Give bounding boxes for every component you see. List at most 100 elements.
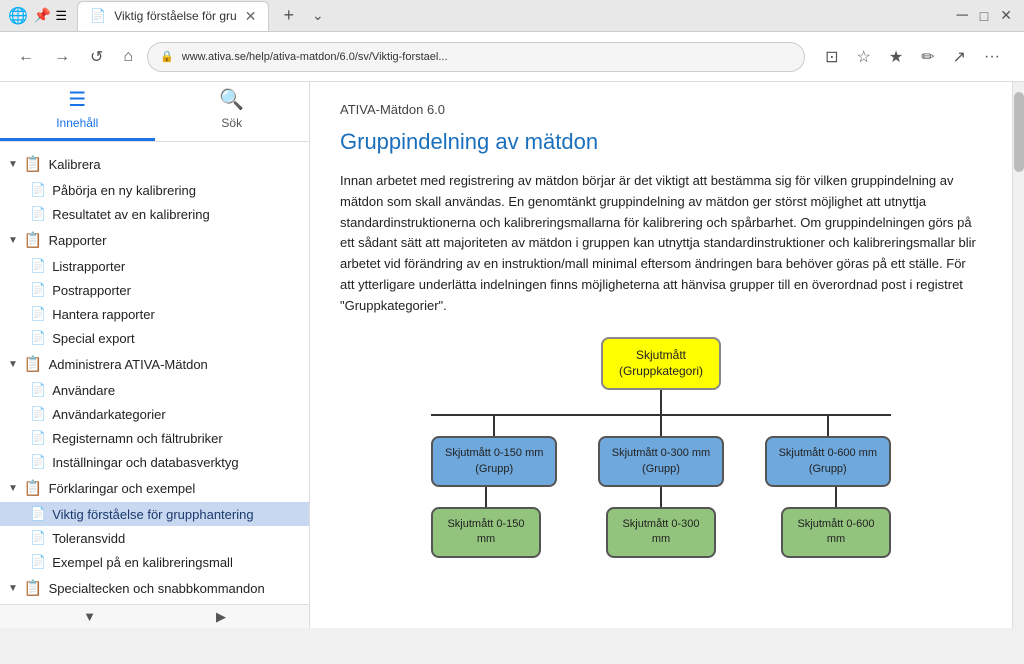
list-item[interactable]: 📄 Exempel på en kalibreringsmall [0,550,309,574]
browser-icon: 🌐 [8,6,28,26]
diagram-bottom-left-label: Skjutmått 0-150 mm [445,517,527,548]
nav-item-label: Special export [52,331,134,346]
diagram-branch-bottom-center: Skjutmått 0-300 mm [606,487,716,558]
list-item[interactable]: 📄 Påbörja en ny kalibrering [0,178,309,202]
url-text: www.ativa.se/help/ativa-matdon/6.0/sv/Vi… [182,51,792,63]
page-icon: 📄 [30,382,46,398]
list-item[interactable]: 📄 Viktig förståelse för grupphantering [0,502,309,526]
share-icon[interactable]: ↗ [949,43,970,71]
new-tab-button[interactable]: + [273,1,304,31]
nav-item-label: Användare [52,383,115,398]
content-body-text: Innan arbetet med registrering av mätdon… [340,171,982,317]
diagram-middle-right-label: Skjutmått 0-600 mm [779,446,877,461]
diagram-middle-box-right: Skjutmått 0-600 mm (Grupp) [765,436,891,487]
diagram-bottom-line-right [835,487,837,507]
maximize-button[interactable]: □ [976,8,992,24]
nav-group-forklaringar: ▼ 📋 Förklaringar och exempel 📄 Viktig fö… [0,474,309,574]
sidebar-tab-search[interactable]: 🔍 Sök [155,82,310,141]
nav-group-rapporter: ▼ 📋 Rapporter 📄 Listrapporter 📄 Postrapp… [0,226,309,350]
page-icon: 📄 [30,206,46,222]
nav-group-specialtecken: ▼ 📋 Specialtecken och snabbkommandon 📄 S… [0,574,309,604]
browser-tab[interactable]: 📄 Viktig förståelse för gru ✕ [77,1,269,31]
page-icon: 📄 [30,530,46,546]
bookmark-icon[interactable]: ☆ [853,43,875,71]
refresh-button[interactable]: ↺ [84,43,109,71]
tab-close-button[interactable]: ✕ [245,8,257,25]
page-icon: 📄 [30,306,46,322]
page-icon: 📄 [30,430,46,446]
security-lock-icon: 🔒 [160,50,174,63]
list-item[interactable]: 📄 Listrapporter [0,254,309,278]
diagram-branch-center: Skjutmått 0-300 mm (Grupp) [598,416,724,487]
nav-group-kalibrera-header[interactable]: ▼ 📋 Kalibrera [0,150,309,178]
list-item[interactable]: 📄 Inställningar och databasverktyg [0,450,309,474]
list-item[interactable]: 📄 Resultatet av en kalibrering [0,202,309,226]
diagram-middle-center-sublabel: (Grupp) [612,462,710,477]
notes-icon[interactable]: ✏ [917,43,938,71]
address-bar[interactable]: 🔒 www.ativa.se/help/ativa-matdon/6.0/sv/… [147,42,805,72]
list-item[interactable]: 📄 Registernamn och fältrubriker [0,426,309,450]
nav-group-forklaringar-header[interactable]: ▼ 📋 Förklaringar och exempel [0,474,309,502]
page-icon: 📄 [30,406,46,422]
diagram-middle-right-sublabel: (Grupp) [779,462,877,477]
list-item[interactable]: 📄 Hantera rapporter [0,302,309,326]
diagram-middle-box-left: Skjutmått 0-150 mm (Grupp) [431,436,557,487]
diagram-bottom-box-right: Skjutmått 0-600 mm [781,507,891,558]
sidebar-scroll-down[interactable]: ▼ ▶ [0,604,309,628]
close-button[interactable]: ✕ [996,7,1016,24]
app-title: ATIVA-Mätdon 6.0 [340,102,982,117]
page-icon: 📄 [30,554,46,570]
page-heading: Gruppindelning av mätdon [340,129,982,155]
list-item[interactable]: 📄 Postrapporter [0,278,309,302]
nav-group-administrera-label: Administrera ATIVA-Mätdon [49,357,208,372]
back-button[interactable]: ← [12,44,40,70]
list-item[interactable]: 📄 Toleransvidd [0,526,309,550]
diagram-top-box-sublabel: (Gruppkategori) [619,363,703,380]
nav-group-administrera-header[interactable]: ▼ 📋 Administrera ATIVA-Mätdon [0,350,309,378]
pin-icon[interactable]: 📌 [34,7,51,24]
sidebar-tab-content[interactable]: ☰ Innehåll [0,82,155,141]
more-icon[interactable]: ··· [980,44,1004,70]
group-folder-icon: 📋 [24,155,43,173]
diagram-top-box-label: Skjutmått [619,347,703,364]
list-item[interactable]: 📄 Special export [0,326,309,350]
diagram-top-row: Skjutmått (Gruppkategori) [601,337,721,391]
tab-menu-button[interactable]: ⌄ [312,7,324,24]
favorites-icon[interactable]: ★ [885,43,907,71]
content-scrollbar[interactable] [1012,82,1024,628]
list-item[interactable]: 📄 Användarkategorier [0,402,309,426]
tab-label: Viktig förståelse för gru [114,9,237,23]
nav-group-kalibrera-label: Kalibrera [49,157,101,172]
scrollbar-thumb[interactable] [1014,92,1024,172]
minimize-button[interactable]: ─ [952,7,971,25]
diagram-bottom-line-center [660,487,662,507]
page-icon: 📄 [30,506,46,522]
page-icon: 📄 [30,258,46,274]
main-area: ☰ Innehåll 🔍 Sök ▼ 📋 Kalibrera 📄 Påbörja… [0,82,1024,628]
diagram-top-box: Skjutmått (Gruppkategori) [601,337,721,391]
page-icon: 📄 [30,330,46,346]
nav-group-specialtecken-header[interactable]: ▼ 📋 Specialtecken och snabbkommandon [0,574,309,602]
forward-button[interactable]: → [48,44,76,70]
window-icon: ☰ [55,8,67,24]
title-bar: 🌐 📌 ☰ 📄 Viktig förståelse för gru ✕ + ⌄ … [0,0,1024,32]
page-icon: 📄 [30,282,46,298]
diagram-branch-line-right [827,416,829,436]
reader-view-icon[interactable]: ⊡ [821,43,842,71]
group-folder-icon: 📋 [24,579,43,597]
collapse-arrow-icon: ▼ [8,583,18,594]
list-item[interactable]: 📄 Användare [0,378,309,402]
content-pane: ATIVA-Mätdon 6.0 Gruppindelning av mätdo… [310,82,1012,628]
nav-group-rapporter-header[interactable]: ▼ 📋 Rapporter [0,226,309,254]
nav-group-administrera: ▼ 📋 Administrera ATIVA-Mätdon 📄 Användar… [0,350,309,474]
nav-group-rapporter-label: Rapporter [49,233,107,248]
nav-group-forklaringar-label: Förklaringar och exempel [49,481,196,496]
home-button[interactable]: ⌂ [117,44,139,70]
diagram-middle-left-sublabel: (Grupp) [445,462,543,477]
diagram-middle-left-label: Skjutmått 0-150 mm [445,446,543,461]
collapse-arrow-icon: ▼ [8,359,18,370]
sidebar-navigation: ▼ 📋 Kalibrera 📄 Påbörja en ny kalibrerin… [0,142,309,604]
diagram-vertical-line-top [660,390,662,414]
group-folder-icon: 📋 [24,355,43,373]
sidebar-tab-content-label: Innehåll [56,116,98,130]
